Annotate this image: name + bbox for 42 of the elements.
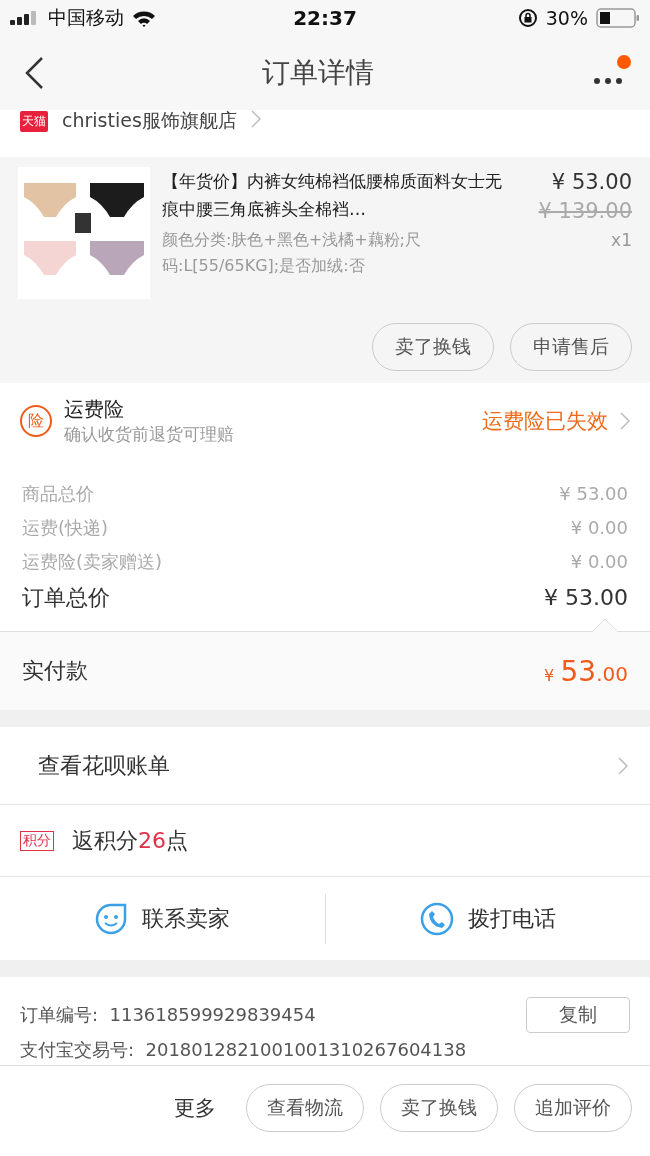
points-text: 返积分26点 <box>72 826 188 855</box>
carrier-name: 中国移动 <box>48 5 124 30</box>
clock-time: 22:37 <box>293 6 357 30</box>
wifi-icon <box>132 9 156 27</box>
store-name[interactable]: christies服饰旗舰店 <box>62 108 237 134</box>
price-value: ¥ 0.00 <box>570 550 628 574</box>
original-price: ¥ 139.00 <box>538 198 632 225</box>
price-label: 运费(快递) <box>22 516 109 540</box>
copy-button[interactable]: 复制 <box>526 997 630 1033</box>
insurance-title: 运费险 <box>64 396 125 423</box>
paid-label: 实付款 <box>22 657 88 685</box>
price-label: 订单总价 <box>22 584 110 612</box>
back-icon[interactable] <box>24 56 44 90</box>
order-info-text: 支付宝交易号: 2018012821001001310267604138 <box>20 1038 467 1062</box>
more-link[interactable]: 更多 <box>174 1094 216 1122</box>
smiley-chat-icon <box>94 901 129 936</box>
points-badge: 积分 <box>20 830 54 851</box>
insurance-subtitle: 确认收货前退货可理赔 <box>64 423 235 446</box>
page-title: 订单详情 <box>262 55 374 91</box>
price-value: ¥ 53.00 <box>544 584 628 612</box>
battery-icon <box>596 8 640 28</box>
phone-icon <box>419 901 454 936</box>
price-label: 运费险(卖家赠送) <box>22 550 163 574</box>
store-badge: 天猫 <box>20 111 48 132</box>
price-label: 商品总价 <box>22 482 94 506</box>
chevron-right-icon[interactable] <box>250 110 261 128</box>
product-price: ¥ 53.00 <box>551 169 632 196</box>
product-title[interactable]: 【年货价】内裤女纯棉裆低腰棉质面料女士无痕中腰三角底裤头全棉裆… <box>162 167 508 223</box>
battery-percent: 30% <box>545 7 588 29</box>
bill-link[interactable]: 查看花呗账单 <box>38 750 170 781</box>
order-info-text: 订单编号: 113618599929839454 <box>20 1003 316 1027</box>
product-specs: 颜色分类:肤色+黑色+浅橘+藕粉;尺码:L[55/65KG];是否加绒:否 <box>162 229 422 277</box>
chevron-right-icon[interactable] <box>620 412 630 430</box>
price-value: ¥ 0.00 <box>570 516 628 540</box>
price-value: ¥ 53.00 <box>559 482 628 506</box>
contact-button[interactable]: 拨打电话 <box>325 900 650 937</box>
paid-amount: ¥ 53.00 <box>544 654 628 688</box>
product-quantity: x1 <box>611 229 632 252</box>
insurance-icon: 险 <box>20 405 52 437</box>
chevron-right-icon[interactable] <box>618 756 628 775</box>
contact-button[interactable]: 联系卖家 <box>0 900 325 937</box>
rotation-lock-icon <box>517 8 538 28</box>
